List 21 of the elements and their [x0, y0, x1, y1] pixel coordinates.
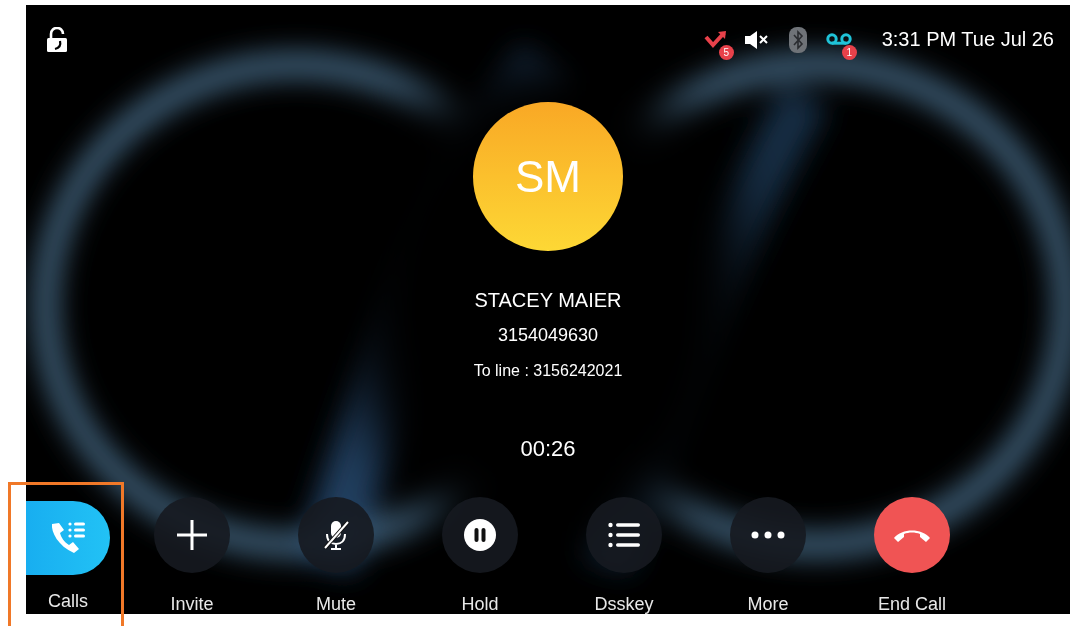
- action-label: More: [747, 594, 789, 614]
- plus-icon: [176, 519, 208, 551]
- call-duration: 00:26: [520, 435, 576, 463]
- voicemail-icon: [825, 32, 852, 47]
- action-label: Dsskey: [594, 594, 654, 614]
- caller-name: STACEY MAIER: [474, 288, 622, 312]
- status-time: 3:31 PM Tue Jul 26: [881, 28, 1054, 52]
- more-icon: [751, 531, 785, 539]
- microphone-off-icon: [322, 519, 350, 551]
- action-label: Mute: [316, 594, 356, 614]
- action-button[interactable]: [26, 501, 110, 575]
- action-label: End Call: [877, 594, 946, 614]
- speaker-muted-icon: [743, 29, 770, 50]
- action-label: Calls: [48, 591, 88, 611]
- action-label: Invite: [170, 594, 214, 614]
- pause-icon: [464, 519, 496, 551]
- line-number: To line : 3156242021: [473, 361, 623, 381]
- lock-phone-icon: [46, 26, 68, 53]
- caller-number: 3154049630: [497, 324, 599, 346]
- action-label: Hold: [461, 594, 499, 614]
- list-icon: [608, 522, 640, 548]
